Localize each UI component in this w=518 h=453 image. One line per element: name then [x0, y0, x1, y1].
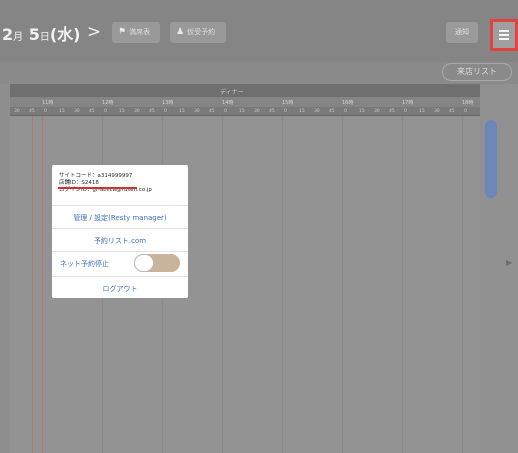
- manager-settings-link[interactable]: 管理 / 設定(Resty manager): [52, 213, 188, 223]
- guest-list-button[interactable]: 来店リスト: [442, 63, 512, 81]
- minute-label: 45: [89, 109, 95, 114]
- minute-label: 45: [29, 109, 35, 114]
- minute-label: 15: [299, 109, 305, 114]
- menu-button[interactable]: [490, 19, 518, 51]
- chevron-right-icon: >: [86, 22, 102, 42]
- minute-label: 0: [284, 109, 287, 114]
- minute-label: 30: [74, 109, 80, 114]
- current-time-line-2: [42, 116, 43, 453]
- minute-label: 45: [329, 109, 335, 114]
- minute-label: 30: [254, 109, 260, 114]
- divider: [52, 251, 188, 252]
- minute-label: 0: [104, 109, 107, 114]
- expand-right-icon[interactable]: ▶: [506, 258, 512, 267]
- hour-label: 13時: [162, 100, 174, 106]
- account-info: サイトコード：a314999997 店舗ID：S2418 ログインID：gr-a…: [59, 173, 152, 194]
- hour-grid-line: [462, 116, 463, 453]
- hour-grid-line: [402, 116, 403, 453]
- minute-label: 15: [119, 109, 125, 114]
- hour-label: 15時: [282, 100, 294, 106]
- minute-label: 0: [404, 109, 407, 114]
- minute-label: 0: [44, 109, 47, 114]
- sub-bar: [0, 62, 518, 84]
- highlight-underline: [58, 187, 137, 189]
- minute-label: 15: [359, 109, 365, 114]
- minute-label: 0: [164, 109, 167, 114]
- tentative-reservation-button[interactable]: ♟ 仮受予約: [170, 22, 226, 43]
- meal-band: ディナー: [10, 84, 480, 97]
- minute-label: 30: [134, 109, 140, 114]
- minute-label: 30: [314, 109, 320, 114]
- hour-grid-line: [222, 116, 223, 453]
- minute-label: 0: [224, 109, 227, 114]
- scrollbar-thumb[interactable]: [485, 120, 497, 198]
- minute-label: 15: [239, 109, 245, 114]
- minute-label: 45: [449, 109, 455, 114]
- dinner-label: ディナー: [220, 89, 244, 96]
- flag-icon: ⚑: [118, 27, 127, 37]
- divider: [52, 205, 188, 206]
- minute-label: 30: [374, 109, 380, 114]
- date-month-unit: 月: [13, 32, 24, 43]
- minute-label: 30: [14, 109, 20, 114]
- hour-label: 12時: [102, 100, 114, 106]
- divider: [52, 276, 188, 277]
- minute-label: 45: [389, 109, 395, 114]
- net-reservation-toggle[interactable]: [134, 254, 180, 272]
- hour-label: 17時: [402, 100, 414, 106]
- store-id: 店舗ID：S2418: [59, 180, 99, 186]
- net-reservation-stop-label: ネット予約停止: [60, 260, 109, 268]
- minute-row: 30 45 0 15 30 45 0 15 30 45 0 15 30 45 0 15 30 45 0 15 30 45 0…: [10, 107, 480, 116]
- date-weekday: (水): [49, 25, 81, 44]
- site-code: サイトコード：a314999997: [59, 173, 133, 179]
- minute-label: 15: [59, 109, 65, 114]
- reservation-list-link[interactable]: 予約リスト.com: [52, 236, 188, 246]
- minute-label: 30: [194, 109, 200, 114]
- date-month: 2: [2, 25, 14, 44]
- hour-row: 11時12時13時14時15時16時17時18時19時: [10, 97, 480, 107]
- minute-label: 15: [419, 109, 425, 114]
- hour-label: 11時: [42, 100, 54, 106]
- hour-grid-line: [342, 116, 343, 453]
- hamburger-icon: [499, 30, 509, 40]
- current-date: 2月 5日(水): [2, 21, 81, 45]
- logout-link[interactable]: ログアウト: [52, 284, 188, 294]
- minute-label: 45: [209, 109, 215, 114]
- full-table-button[interactable]: ⚑ 満席表: [112, 22, 160, 43]
- top-bar: 2月 5日(水) > ⚑ 満席表 ♟ 仮受予約 通知: [0, 0, 518, 62]
- minute-label: 0: [344, 109, 347, 114]
- date-day-unit: 日: [39, 32, 50, 43]
- divider: [52, 228, 188, 229]
- minute-label: 45: [269, 109, 275, 114]
- hour-label: 18時: [462, 100, 474, 106]
- person-icon: ♟: [176, 27, 185, 37]
- minute-label: 30: [434, 109, 440, 114]
- account-popup-menu: サイトコード：a314999997 店舗ID：S2418 ログインID：gr-a…: [52, 165, 188, 298]
- minute-label: 0: [464, 109, 467, 114]
- hour-grid-line: [282, 116, 283, 453]
- minute-label: 15: [179, 109, 185, 114]
- notification-button[interactable]: 通知: [446, 22, 478, 43]
- hour-label: 16時: [342, 100, 354, 106]
- current-time-line: [32, 116, 33, 453]
- next-day-button[interactable]: >: [84, 21, 104, 43]
- hour-label: 14時: [222, 100, 234, 106]
- minute-label: 45: [149, 109, 155, 114]
- date-day: 5: [28, 25, 40, 44]
- toggle-knob: [134, 254, 154, 272]
